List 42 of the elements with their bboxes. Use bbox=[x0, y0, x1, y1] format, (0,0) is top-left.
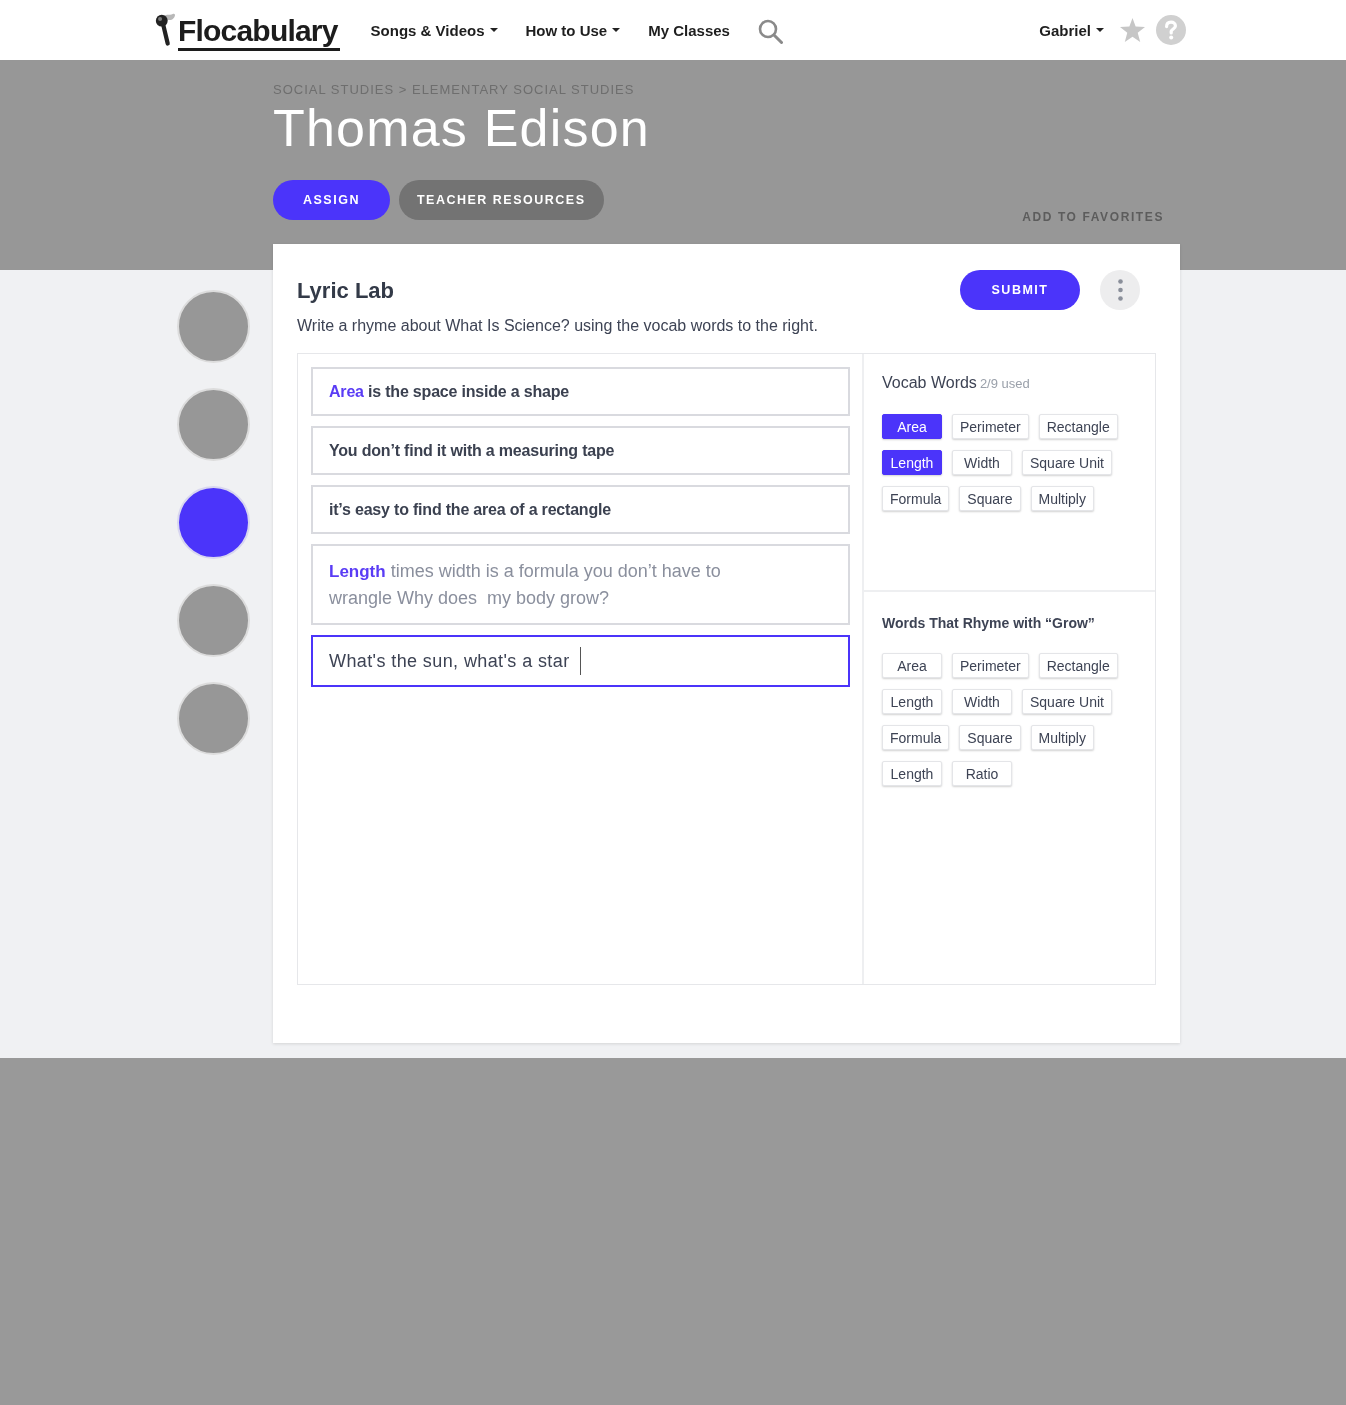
rhyme-chip[interactable]: Length bbox=[882, 761, 942, 786]
more-options-button[interactable] bbox=[1100, 270, 1140, 310]
star-icon[interactable] bbox=[1120, 18, 1145, 42]
rhyme-chip[interactable]: Square Unit bbox=[1022, 689, 1112, 714]
nav-link[interactable]: Songs & Videos bbox=[370, 21, 498, 39]
vocab-chip[interactable]: Area bbox=[882, 414, 942, 439]
rhyme-chip[interactable]: Square bbox=[959, 725, 1021, 750]
vocab-chip[interactable]: Multiply bbox=[1030, 486, 1094, 511]
rhyme-chip[interactable]: Ratio bbox=[952, 761, 1012, 786]
prompt-text: Write a rhyme about What Is Science? using the vocab words to the right. bbox=[297, 316, 818, 336]
user-menu[interactable]: Gabriel bbox=[1039, 21, 1104, 39]
vocab-chip[interactable]: Rectangle bbox=[1038, 414, 1118, 439]
vocab-chip[interactable]: Square Unit bbox=[1022, 450, 1112, 475]
vocab-chip[interactable]: Formula bbox=[882, 486, 950, 511]
text-cursor-icon bbox=[579, 647, 581, 675]
logo-link[interactable]: Flocabulary bbox=[155, 9, 340, 51]
help-icon[interactable] bbox=[1156, 15, 1186, 45]
more-icon bbox=[1117, 279, 1123, 301]
rhyme-chip[interactable]: Length bbox=[882, 689, 942, 714]
search-icon[interactable] bbox=[757, 18, 783, 44]
rhyme-title: Words That Rhyme with “Grow” bbox=[882, 614, 1096, 632]
rhyme-chip[interactable]: Rectangle bbox=[1038, 653, 1118, 678]
rhyme-chip[interactable]: Multiply bbox=[1030, 725, 1094, 750]
nav-link[interactable]: How to Use bbox=[525, 21, 621, 39]
vocab-chip[interactable]: Square bbox=[959, 486, 1021, 511]
page-title: Thomas Edison bbox=[273, 98, 651, 158]
submit-button[interactable]: SUBMIT bbox=[960, 270, 1080, 310]
rhyme-chip[interactable]: Perimeter bbox=[952, 653, 1029, 678]
rhyme-chip[interactable]: Width bbox=[952, 689, 1012, 714]
lyric-input-field[interactable]: What's the sun, what's a star bbox=[311, 635, 850, 687]
microphone-icon bbox=[155, 13, 177, 47]
vocab-chip[interactable]: Perimeter bbox=[952, 414, 1029, 439]
vocab-chip[interactable]: Width bbox=[952, 450, 1012, 475]
vocab-title: Vocab Words bbox=[882, 373, 977, 393]
assign-button[interactable]: ASSIGN bbox=[273, 180, 390, 220]
rhyme-chip[interactable]: Area bbox=[882, 653, 942, 678]
vocab-count: 2/9 used bbox=[979, 376, 1030, 391]
vocab-chip[interactable]: Length bbox=[882, 450, 942, 475]
nav-link[interactable]: My Classes bbox=[648, 21, 730, 39]
resources-button[interactable]: TEACHER RESOURCES bbox=[398, 180, 604, 220]
card-title: Lyric Lab bbox=[297, 277, 395, 305]
rhyme-chip[interactable]: Formula bbox=[882, 725, 950, 750]
